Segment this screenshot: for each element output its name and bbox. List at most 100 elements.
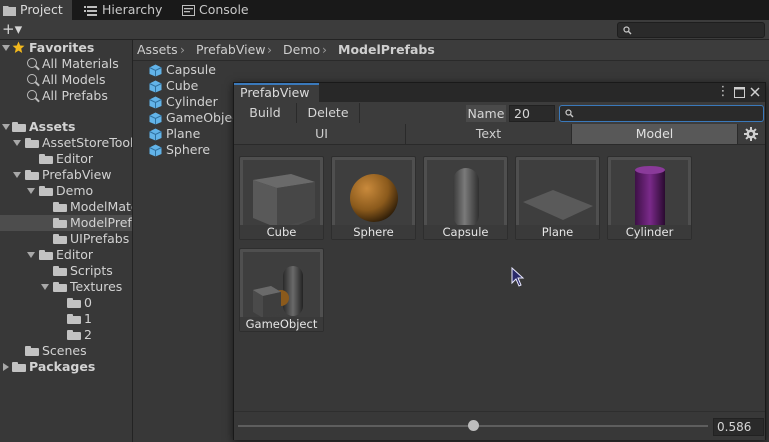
- build-button[interactable]: Build: [234, 103, 297, 123]
- tree-item-model-prefabs[interactable]: ModelPrefa: [0, 215, 132, 231]
- more-options-icon[interactable]: ⋮: [716, 85, 730, 99]
- chevron-down-icon[interactable]: [41, 284, 49, 290]
- list-item[interactable]: Plane: [149, 126, 200, 142]
- add-button[interactable]: +▾: [2, 20, 22, 39]
- tree-item-textures[interactable]: Textures: [0, 279, 132, 295]
- tree-item-label: 1: [84, 311, 92, 326]
- folder-icon: [67, 314, 81, 324]
- prefab-card-label: Cube: [240, 225, 323, 239]
- window-tab-prefab-view[interactable]: PrefabView: [234, 83, 319, 102]
- chevron-down-icon[interactable]: [13, 140, 21, 146]
- folder-icon: [53, 202, 67, 212]
- list-item[interactable]: Cube: [149, 78, 198, 94]
- zoom-value-field[interactable]: 0.586: [713, 418, 764, 436]
- mouse-cursor-icon: [511, 267, 525, 287]
- tree-item-prefab-view[interactable]: PrefabView: [0, 167, 132, 183]
- search-icon: [565, 109, 574, 118]
- prefab-cube-icon: [149, 144, 162, 157]
- prefab-card-label: Cylinder: [608, 225, 691, 239]
- prefab-card-label: Plane: [516, 225, 599, 239]
- tree-item-label: ModelMate: [70, 199, 133, 214]
- plane-preview: [519, 160, 596, 226]
- chevron-down-icon[interactable]: [13, 172, 21, 178]
- settings-gear-icon[interactable]: [744, 127, 758, 144]
- folder-icon: [12, 362, 26, 372]
- chevron-down-icon[interactable]: [2, 45, 10, 51]
- tree-item-packages[interactable]: Packages: [0, 359, 132, 375]
- prefab-cube-icon: [149, 128, 162, 141]
- tree-item-scripts[interactable]: Scripts: [0, 263, 132, 279]
- tree-item-all-models[interactable]: All Models: [0, 72, 132, 88]
- list-item[interactable]: Capsule: [149, 62, 216, 78]
- breadcrumb-item[interactable]: Demo: [283, 40, 320, 60]
- tree-item-texture-2[interactable]: 2: [0, 327, 132, 343]
- tree-item-texture-1[interactable]: 1: [0, 311, 132, 327]
- delete-button[interactable]: Delete: [297, 103, 360, 123]
- tree-item-demo[interactable]: Demo: [0, 183, 132, 199]
- tab-console[interactable]: Console: [178, 0, 258, 20]
- folder-icon: [53, 266, 67, 276]
- tree-item-label: Editor: [56, 247, 93, 262]
- breadcrumb-item[interactable]: Assets: [137, 40, 178, 60]
- tree-item-favorites[interactable]: Favorites: [0, 40, 132, 56]
- prefab-view-window: PrefabView ⋮ Build Delete Name 20 UI Tex…: [233, 82, 766, 440]
- close-icon[interactable]: [748, 85, 762, 99]
- tree-item-label: Assets: [29, 119, 76, 134]
- list-item[interactable]: GameObject: [149, 110, 244, 126]
- cube-preview: [243, 160, 320, 226]
- list-item-label: Cube: [166, 78, 199, 93]
- tab-hierarchy[interactable]: Hierarchy: [80, 0, 175, 20]
- chevron-down-icon[interactable]: [27, 252, 35, 258]
- list-item[interactable]: Sphere: [149, 142, 210, 158]
- console-icon: [182, 5, 195, 16]
- tree-item-all-prefabs[interactable]: All Prefabs: [0, 88, 132, 104]
- tree-item-all-materials[interactable]: All Materials: [0, 56, 132, 72]
- tab-ui[interactable]: UI: [238, 124, 406, 144]
- tab-project-label: Project: [20, 2, 63, 17]
- tab-console-label: Console: [199, 2, 249, 17]
- maximize-icon[interactable]: [732, 85, 746, 99]
- tree-item-label: 0: [84, 295, 92, 310]
- tree-item-asset-store-tools[interactable]: AssetStoreTools: [0, 135, 132, 151]
- tab-text[interactable]: Text: [406, 124, 572, 144]
- project-toolbar: +▾: [0, 20, 769, 40]
- zoom-slider-handle[interactable]: [467, 420, 479, 431]
- tab-hierarchy-label: Hierarchy: [102, 2, 163, 17]
- tree-item-texture-0[interactable]: 0: [0, 295, 132, 311]
- search-input[interactable]: [617, 22, 765, 38]
- list-item-label: Plane: [166, 126, 201, 141]
- chevron-down-icon[interactable]: [27, 188, 35, 194]
- prefab-card-sphere[interactable]: Sphere: [331, 156, 416, 240]
- folder-icon: [25, 138, 39, 148]
- tree-item-ui-prefabs[interactable]: UIPrefabs: [0, 231, 132, 247]
- prefab-card-gameobject[interactable]: GameObject: [239, 248, 324, 332]
- prefab-card-plane[interactable]: Plane: [515, 156, 600, 240]
- name-count-field[interactable]: 20: [509, 105, 555, 122]
- folder-icon: [67, 330, 81, 340]
- list-item-label: Cylinder: [166, 94, 218, 109]
- chevron-down-icon[interactable]: [2, 124, 10, 130]
- prefab-search-input[interactable]: [559, 105, 764, 122]
- tree-item-assets[interactable]: Assets: [0, 119, 132, 135]
- tab-model[interactable]: Model: [572, 124, 738, 144]
- tree-item-label: Packages: [29, 359, 96, 374]
- prefab-card-capsule[interactable]: Capsule: [423, 156, 508, 240]
- list-item-label: Capsule: [166, 62, 216, 77]
- name-label: Name: [466, 105, 506, 122]
- tab-project[interactable]: Project: [0, 0, 72, 20]
- tree-item-scenes[interactable]: Scenes: [0, 343, 132, 359]
- list-item[interactable]: Cylinder: [149, 94, 218, 110]
- folder-icon: [39, 186, 53, 196]
- tree-item-label: UIPrefabs: [70, 231, 130, 246]
- breadcrumb-item[interactable]: PrefabView: [196, 40, 266, 60]
- gameobject-preview: [243, 252, 320, 318]
- category-tabs: UI Text Model: [234, 124, 765, 145]
- tree-item-editor[interactable]: Editor: [0, 151, 132, 167]
- chevron-right-icon[interactable]: [3, 363, 9, 371]
- prefab-card-cube[interactable]: Cube: [239, 156, 324, 240]
- tree-item-model-materials[interactable]: ModelMate: [0, 199, 132, 215]
- breadcrumb-item-current[interactable]: ModelPrefabs: [338, 40, 435, 60]
- project-tree: Favorites All Materials All Models All P…: [0, 40, 133, 442]
- tree-item-editor[interactable]: Editor: [0, 247, 132, 263]
- prefab-card-cylinder[interactable]: Cylinder: [607, 156, 692, 240]
